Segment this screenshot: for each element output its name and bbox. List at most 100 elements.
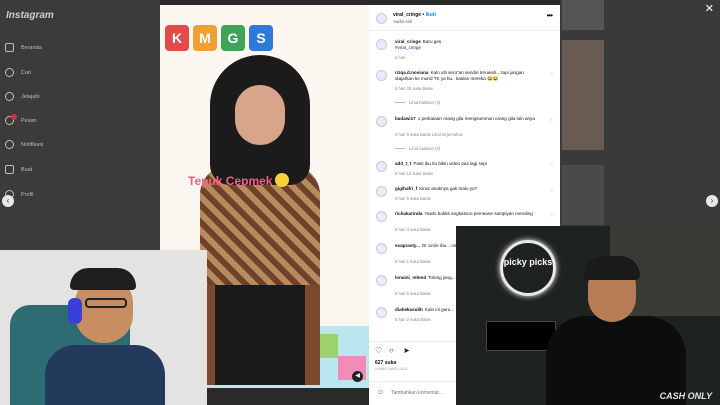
hashtag-link[interactable]: #viral_cringe (395, 45, 421, 50)
sidebar-item-home[interactable]: Beranda (5, 43, 42, 52)
comment-body: rizqa.d.noviana Kalo ulti seru"an sendiri… (395, 70, 543, 82)
avatar[interactable] (376, 13, 387, 24)
comment-text: Baru ges (422, 39, 442, 44)
comment-username[interactable]: viral_cringe (395, 39, 421, 44)
messenger-icon (5, 114, 17, 125)
screen: Instagram Beranda Cari Jelajahi Pesan No… (0, 0, 720, 405)
podcast-webcam: picky picks CASH ONLY (456, 226, 720, 405)
video-subject (190, 55, 330, 385)
comment-meta: 5 hari 1 suka Balas (395, 259, 431, 264)
comment-body: richakarinda Yawlo bukkk angkatono pemean… (395, 211, 543, 217)
share-send-icon[interactable]: ➤ (403, 346, 410, 355)
comment-meta: 5 hari 4 suka Balas (395, 227, 431, 232)
comment-username[interactable]: rizqa.d.noviana (395, 70, 428, 75)
avatar[interactable] (376, 186, 387, 197)
sidebar-item-label: Profil (21, 191, 34, 198)
watermark-text: CASH ONLY (659, 391, 712, 401)
host-hair (584, 256, 640, 280)
avatar[interactable] (376, 70, 387, 81)
mute-icon[interactable]: ◀ (352, 371, 363, 382)
close-icon[interactable]: ✕ (705, 2, 714, 15)
sidebar-item-label: Pesan (21, 117, 37, 124)
comment-body: gigihafri_f Kira2 anaknya gak malu ya? (395, 186, 543, 192)
comment-bubble-icon[interactable]: ○ (389, 346, 394, 355)
comment-username[interactable]: richakarinda (395, 211, 422, 216)
like-heart-icon[interactable]: ♡ (550, 213, 554, 219)
like-heart-icon[interactable]: ♡ (550, 118, 554, 124)
follow-button[interactable]: Ikuti (426, 12, 436, 18)
comment-meta: 5 hari 25 suka Balas (395, 86, 433, 91)
view-replies-link[interactable]: Lihat balasan (3) (395, 100, 440, 105)
post-header: viral_cringe • Ikuti Audio Asli ••• (369, 5, 560, 31)
emoji-picker-icon[interactable]: ☺ (377, 389, 384, 396)
letter-block: M (193, 25, 217, 51)
letter-block: G (221, 25, 245, 51)
avatar[interactable] (376, 39, 387, 50)
sidebar-item-label: Jelajahi (21, 93, 40, 100)
instagram-logo[interactable]: Instagram (6, 10, 54, 21)
compass-icon (5, 92, 14, 101)
comment-username[interactable]: gigihafri_f (395, 186, 417, 191)
podcast-desk (486, 321, 556, 351)
like-heart-icon[interactable]: ♡ (550, 188, 554, 194)
previous-post-arrow[interactable]: ‹ (2, 195, 14, 207)
avatar[interactable] (376, 211, 387, 222)
view-replies-link[interactable]: Lihat balasan (3) (395, 146, 440, 151)
sidebar-item-search[interactable]: Cari (5, 68, 31, 77)
sidebar-item-label: Buat (21, 166, 33, 173)
face (235, 85, 285, 145)
home-icon (5, 43, 14, 52)
letter-block: K (165, 25, 189, 51)
comment-meta: 5 hari 13 suka Balas (395, 171, 433, 176)
comment-text: Kira2 anaknya gak malu ya? (419, 186, 478, 191)
caption-text: viral_cringe Baru ges #viral_cringe (395, 39, 543, 51)
avatar[interactable] (376, 161, 387, 172)
avatar[interactable] (376, 275, 387, 286)
comment-meta: 5 hari 2 suka Balas (395, 317, 431, 322)
next-post-arrow[interactable]: › (706, 195, 718, 207)
comment-meta: 5 hari 5 suka Balas (395, 196, 431, 201)
avatar[interactable] (376, 116, 387, 127)
post-date: 5 HARI YANG LALU (375, 367, 408, 371)
audio-link[interactable]: Audio Asli (393, 19, 412, 24)
feed-thumbnail (562, 0, 604, 30)
letter-block: S (249, 25, 273, 51)
comment-text: 1 perkataan orang gila mengsummon orang … (417, 116, 535, 121)
headset-icon (68, 298, 82, 324)
streamer-webcam (0, 250, 207, 405)
like-count[interactable]: 627 suka (375, 360, 396, 366)
dress (200, 165, 320, 385)
comment-username[interactable]: lonaini_mhmd (395, 275, 426, 280)
smiley-emoji-icon (275, 173, 290, 187)
comment-username[interactable]: exaprasty... (395, 243, 420, 248)
like-heart-icon[interactable]: ♡ (375, 346, 382, 355)
avatar[interactable] (376, 307, 387, 318)
like-heart-icon[interactable]: ♡ (550, 72, 554, 78)
like-heart-icon[interactable]: ♡ (550, 163, 554, 169)
plus-icon (5, 165, 14, 174)
comment-username[interactable]: adit_t_t (395, 161, 411, 166)
heart-icon (5, 140, 14, 149)
comment-body: badawi17 1 perkataan orang gila mengsummo… (395, 116, 543, 122)
comment-username[interactable]: badawi17 (395, 116, 416, 121)
neon-sign: picky picks (500, 240, 556, 296)
more-options-icon[interactable]: ••• (547, 11, 553, 20)
sidebar-item-explore[interactable]: Jelajahi (5, 92, 40, 101)
comment-text: Kalo ini guru... (424, 307, 455, 312)
search-icon (5, 68, 14, 77)
skirt (215, 285, 305, 385)
sidebar-item-label: Beranda (21, 44, 42, 51)
sidebar-item-label: Notifikasi (21, 141, 44, 148)
comment-username[interactable]: diahekasulih (395, 307, 423, 312)
feed-thumbnail (562, 40, 604, 150)
comment-meta: 5 hari (395, 55, 406, 60)
sidebar-item-notifications[interactable]: Notifikasi (5, 140, 43, 149)
post-author: viral_cringe • Ikuti (393, 12, 436, 18)
post-author-username[interactable]: viral_cringe (393, 12, 421, 18)
sidebar-item-create[interactable]: Buat (5, 165, 32, 174)
sidebar-item-label: Cari (21, 69, 32, 76)
sidebar-item-messages[interactable]: Pesan (5, 114, 37, 125)
overlay-text: Tepuk Cepmek (188, 174, 273, 188)
avatar[interactable] (376, 243, 387, 254)
streamer-shirt (45, 345, 165, 405)
